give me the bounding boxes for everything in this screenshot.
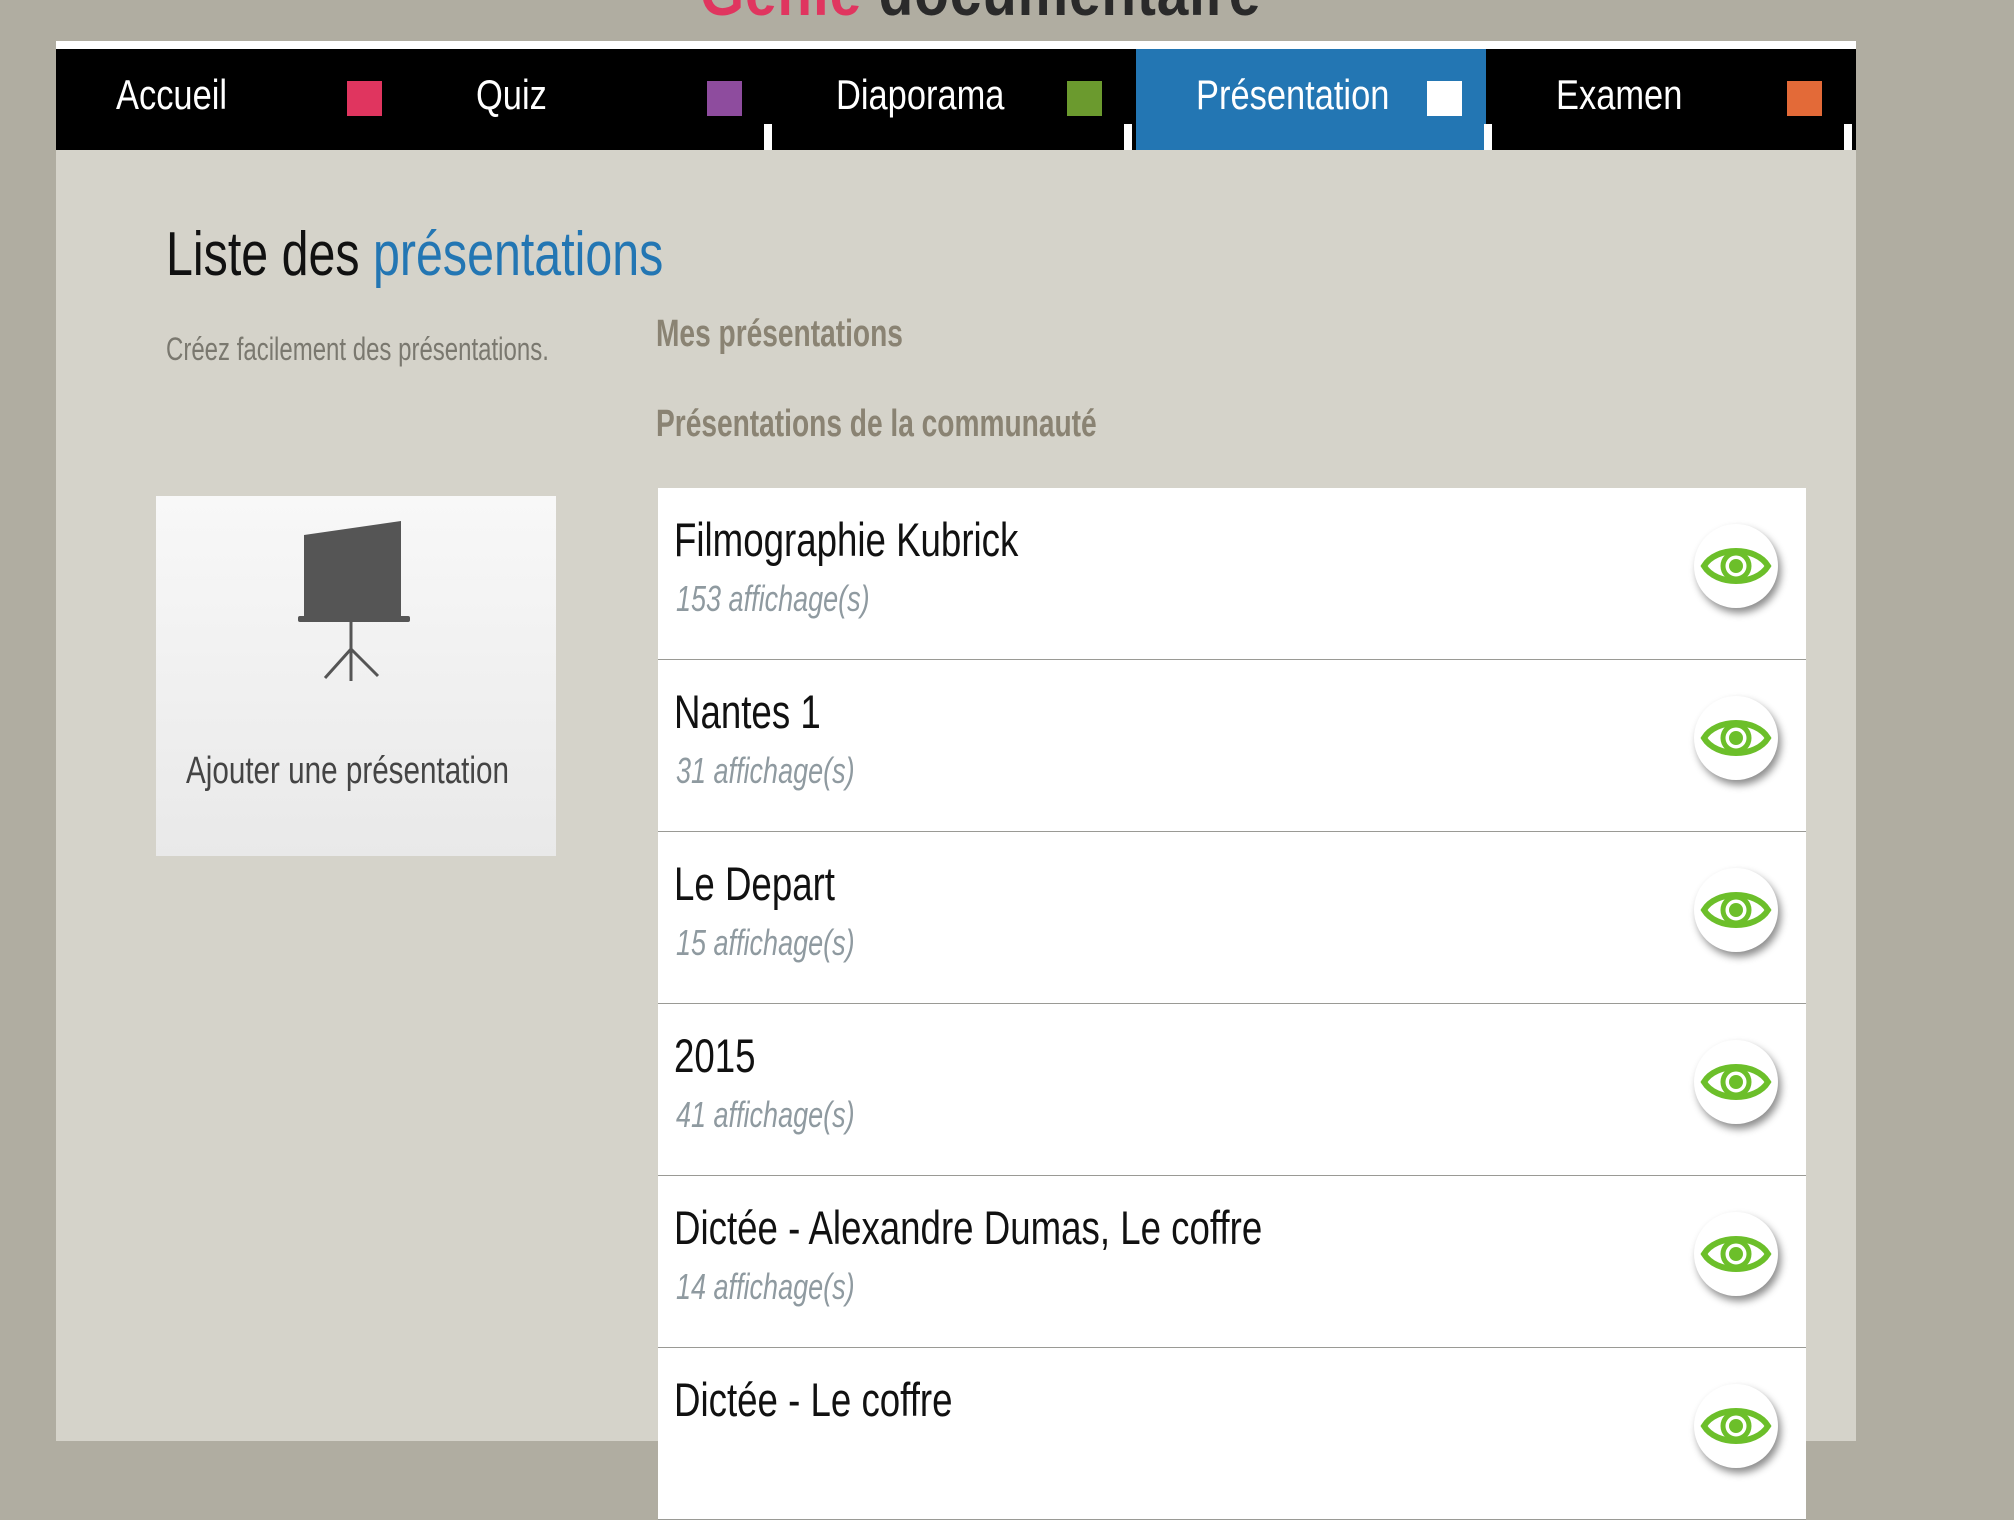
presentation-title: Dictée - Le coffre	[674, 1373, 953, 1426]
presentation-views: 31 affichage(s)	[676, 750, 855, 791]
presentation-title: Nantes 1	[674, 685, 821, 738]
view-button[interactable]	[1694, 696, 1778, 780]
presentation-title: 2015	[674, 1029, 756, 1082]
view-button[interactable]	[1694, 1384, 1778, 1468]
presentation-title: Dictée - Alexandre Dumas, Le coffre	[674, 1201, 1263, 1254]
nav-divider	[764, 124, 772, 150]
nav-color-swatch	[1067, 81, 1102, 116]
site-title-accent: Génie	[700, 0, 862, 29]
nav-color-swatch	[1787, 81, 1822, 116]
eye-icon	[1700, 720, 1772, 756]
nav-item-quiz[interactable]: Quiz	[416, 49, 772, 150]
add-presentation-button[interactable]: Ajouter une présentation	[156, 496, 556, 856]
nav-item-accueil[interactable]: Accueil	[56, 49, 406, 150]
projector-screen-icon	[296, 521, 416, 684]
view-button[interactable]	[1694, 524, 1778, 608]
presentation-list: Filmographie Kubrick 153 affichage(s) Na…	[658, 488, 1806, 1520]
presentation-views: 153 affichage(s)	[676, 578, 870, 619]
nav-color-swatch	[347, 81, 382, 116]
nav-label: Présentation	[1196, 71, 1390, 118]
nav-label: Quiz	[476, 71, 547, 118]
view-button[interactable]	[1694, 1040, 1778, 1124]
filter-community-presentations[interactable]: Présentations de la communauté	[656, 403, 1097, 446]
view-button[interactable]	[1694, 1212, 1778, 1296]
presentation-title: Filmographie Kubrick	[674, 513, 1019, 566]
eye-icon	[1700, 548, 1772, 584]
main-container: Accueil Quiz Diaporama Présentation Exam…	[56, 41, 1856, 1520]
nav-color-swatch	[707, 81, 742, 116]
eye-icon	[1700, 1408, 1772, 1444]
filter-my-presentations[interactable]: Mes présentations	[656, 313, 903, 356]
presentation-title: Le Depart	[674, 857, 835, 910]
nav-color-swatch	[1427, 81, 1462, 116]
add-presentation-label: Ajouter une présentation	[186, 750, 509, 792]
nav-divider	[1484, 124, 1492, 150]
site-title-rest: documentaire	[862, 0, 1261, 29]
list-item[interactable]: Nantes 1 31 affichage(s)	[658, 660, 1806, 832]
list-item[interactable]: Dictée - Le coffre	[658, 1348, 1806, 1520]
nav-item-presentation[interactable]: Présentation	[1136, 49, 1492, 150]
site-title: Génie documentaire	[700, 0, 1261, 30]
presentation-views: 41 affichage(s)	[676, 1094, 855, 1135]
page-title-accent: présentations	[373, 220, 664, 289]
list-item[interactable]: 2015 41 affichage(s)	[658, 1004, 1806, 1176]
nav-label: Examen	[1556, 71, 1683, 118]
top-divider	[56, 41, 1856, 49]
nav-label: Diaporama	[836, 71, 1005, 118]
nav-label: Accueil	[116, 71, 228, 118]
view-button[interactable]	[1694, 868, 1778, 952]
page-title-prefix: Liste des	[166, 220, 374, 289]
page-subtitle: Créez facilement des présentations.	[166, 331, 549, 367]
nav-item-diaporama[interactable]: Diaporama	[776, 49, 1132, 150]
eye-icon	[1700, 1236, 1772, 1272]
presentation-views: 14 affichage(s)	[676, 1266, 855, 1307]
nav-divider	[1124, 124, 1132, 150]
page-title: Liste des présentations	[166, 219, 663, 290]
main-nav: Accueil Quiz Diaporama Présentation Exam…	[56, 49, 1856, 150]
eye-icon	[1700, 892, 1772, 928]
list-item[interactable]: Dictée - Alexandre Dumas, Le coffre 14 a…	[658, 1176, 1806, 1348]
nav-divider	[1844, 124, 1852, 150]
nav-item-examen[interactable]: Examen	[1496, 49, 1852, 150]
list-item[interactable]: Le Depart 15 affichage(s)	[658, 832, 1806, 1004]
eye-icon	[1700, 1064, 1772, 1100]
list-item[interactable]: Filmographie Kubrick 153 affichage(s)	[658, 488, 1806, 660]
presentation-views: 15 affichage(s)	[676, 922, 855, 963]
